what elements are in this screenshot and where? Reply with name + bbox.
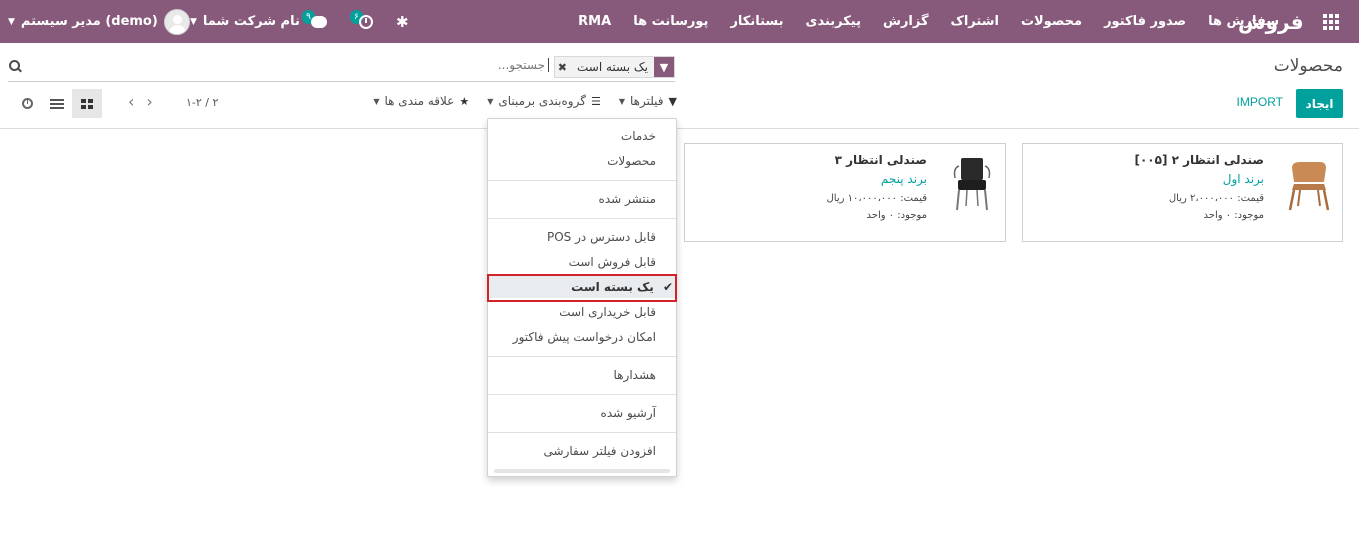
filter-item-warnings[interactable]: هشدارها: [488, 368, 676, 382]
apps-menu-icon[interactable]: [1323, 0, 1341, 43]
chat-icon: [310, 15, 327, 28]
filter-item-can-be-purchased[interactable]: قابل خریداری است: [488, 305, 676, 319]
menu-item-orders[interactable]: سفارش ها: [1208, 14, 1279, 29]
favorites-label: علاقه مندی ها: [384, 94, 455, 108]
clock-icon: [358, 14, 373, 29]
menu-item-subscriptions[interactable]: اشتراک: [951, 14, 999, 29]
debug-bug-icon[interactable]: ✱: [396, 0, 409, 43]
product-details: صندلی انتظار ۲ [۰۰۵] برند اول قیمت: ۲،۰۰…: [1134, 153, 1264, 221]
close-icon[interactable]: ✖: [555, 57, 571, 77]
menu-item-invoicing[interactable]: صدور فاکتور: [1104, 14, 1186, 29]
search-icon[interactable]: [8, 59, 22, 73]
filter-item-archived[interactable]: آرشیو شده: [488, 406, 676, 420]
filter-item-services[interactable]: خدمات: [488, 129, 676, 143]
product-ref: [۰۰۵]: [1134, 153, 1168, 167]
chevron-left-icon[interactable]: ‹: [128, 92, 134, 111]
create-button[interactable]: ایجاد: [1296, 89, 1343, 118]
bars-icon: ☰: [590, 94, 601, 108]
product-name: صندلی انتظار ۳: [834, 153, 927, 167]
divider: [0, 128, 1359, 129]
product-price: قیمت: ۲،۰۰۰،۰۰۰ ریال: [1168, 193, 1264, 204]
search-facet: ▼ یک بسته است ✖: [553, 56, 675, 78]
top-navbar: فروش سفارش ها صدور فاکتور محصولات اشتراک…: [0, 0, 1359, 43]
caret-down-icon: ▼: [190, 16, 197, 27]
selected-filter-highlight: [487, 274, 677, 302]
menu-item-rma[interactable]: RMA: [578, 14, 611, 29]
divider: [488, 356, 676, 357]
view-switcher: [12, 89, 102, 118]
caret-down-icon: ▼: [618, 96, 625, 106]
search-bar: ▼ یک بسته است ✖: [8, 54, 675, 82]
product-brand: برند اول: [1222, 172, 1264, 186]
filters-toggle[interactable]: ▼ فیلترها ▼: [619, 94, 677, 108]
product-brand: برند پنجم: [880, 172, 927, 186]
filter-item-can-be-sold[interactable]: قابل فروش است: [488, 255, 676, 269]
filters-label: فیلترها: [629, 94, 664, 108]
caret-down-icon: ▼: [8, 16, 15, 27]
product-image: [949, 154, 993, 212]
kanban-view-button[interactable]: [72, 89, 102, 118]
menu-item-reporting[interactable]: گزارش: [883, 14, 929, 29]
pager-value[interactable]: ۱-۲ / ۲: [186, 96, 218, 109]
divider: [488, 180, 676, 181]
groupby-toggle[interactable]: ☰ گروه‌بندی برمبنای ▼: [487, 94, 601, 108]
product-stock: موجود: ۰ واحد: [866, 210, 927, 221]
divider: [488, 394, 676, 395]
menu-item-products[interactable]: محصولات: [1021, 14, 1082, 29]
caret-down-icon: ▼: [373, 96, 380, 106]
avatar: [163, 8, 190, 35]
product-image: [1286, 154, 1330, 212]
user-menu[interactable]: ▼ مدیر سیستم (demo): [8, 0, 190, 43]
product-card[interactable]: صندلی انتظار ۳ برند پنجم قیمت: ۱۰،۰۰۰،۰۰…: [684, 143, 1006, 242]
groupby-label: گروه‌بندی برمبنای: [498, 94, 586, 108]
product-price: قیمت: ۱۰،۰۰۰،۰۰۰ ریال: [826, 193, 928, 204]
product-name: صندلی انتظار ۲ [۰۰۵]: [1134, 153, 1264, 167]
list-icon: [50, 98, 64, 109]
menu-item-credit[interactable]: بستانکار: [730, 14, 783, 29]
star-icon: ★: [459, 94, 470, 108]
company-name: نام شرکت شما: [202, 14, 300, 29]
filter-item-quotation-request[interactable]: امکان درخواست پیش فاکتور: [488, 330, 676, 344]
activity-menu[interactable]: ۶: [350, 0, 373, 43]
import-button[interactable]: IMPORT: [1237, 95, 1283, 109]
dropdown-scrollbar: [494, 469, 670, 473]
kanban-icon: [81, 98, 93, 109]
messaging-menu[interactable]: ۹: [302, 0, 327, 43]
filter-item-products[interactable]: محصولات: [488, 154, 676, 168]
filter-item-available-in-pos[interactable]: قابل دسترس در POS: [488, 230, 676, 244]
page-title: محصولات: [1273, 56, 1343, 76]
search-options: ▼ فیلترها ▼ ☰ گروه‌بندی برمبنای ▼ ★ علاق…: [364, 94, 677, 108]
clock-icon: [21, 98, 33, 109]
user-name: مدیر سیستم (demo): [20, 14, 158, 29]
search-input[interactable]: [169, 58, 549, 72]
favorites-toggle[interactable]: ★ علاقه مندی ها ▼: [373, 94, 469, 108]
caret-down-icon: ▼: [487, 96, 494, 106]
product-details: صندلی انتظار ۳ برند پنجم قیمت: ۱۰،۰۰۰،۰۰…: [827, 153, 928, 221]
facet-value: یک بسته است: [577, 60, 648, 74]
filter-icon: ▼: [654, 57, 674, 77]
product-stock: موجود: ۰ واحد: [1203, 210, 1264, 221]
filter-icon: ▼: [668, 94, 677, 108]
chevron-right-icon[interactable]: ›: [146, 92, 152, 111]
main-menu: سفارش ها صدور فاکتور محصولات اشتراک گزار…: [578, 0, 1279, 43]
filter-item-published[interactable]: منتشر شده: [488, 192, 676, 206]
divider: [488, 218, 676, 219]
activity-view-button[interactable]: [12, 89, 42, 118]
menu-item-configuration[interactable]: پیکربندی: [806, 14, 861, 29]
list-view-button[interactable]: [42, 89, 72, 118]
pager-navigation: ‹ ›: [128, 92, 153, 111]
product-card[interactable]: صندلی انتظار ۲ [۰۰۵] برند اول قیمت: ۲،۰۰…: [1022, 143, 1343, 242]
divider: [488, 432, 676, 433]
company-switcher[interactable]: ▼ نام شرکت شما: [190, 0, 300, 43]
add-custom-filter[interactable]: افزودن فیلتر سفارشی: [488, 444, 676, 458]
menu-item-commissions[interactable]: پورسانت ها: [633, 14, 708, 29]
